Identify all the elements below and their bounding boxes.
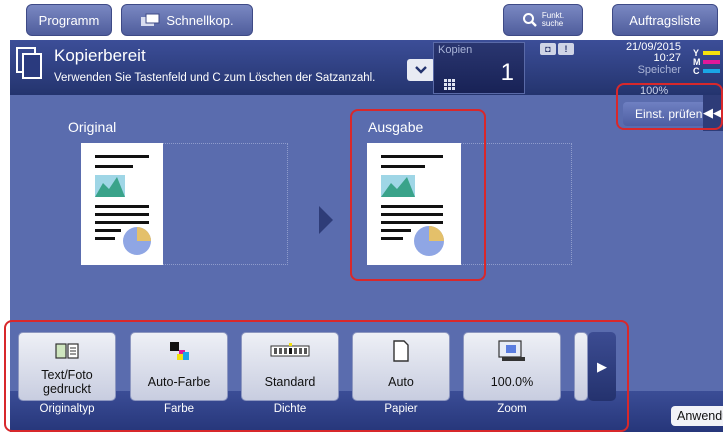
preview-area: 100% Einst. prüfen ◀◀ Original Ausgabe [10, 83, 723, 317]
warning-status-icon: ! [558, 43, 574, 55]
original-frame [160, 143, 288, 265]
settings-toolbar: Text/Foto gedruckt Auto-Farbe Standard A… [4, 317, 723, 432]
schnellkopie-label: Schnellkop. [166, 12, 234, 28]
funktionssuche-button[interactable]: Funkt. suche [503, 4, 583, 36]
toner-bar [703, 59, 720, 64]
copy-screen: Programm Schnellkop. Funkt. suche Auftra… [0, 0, 723, 432]
copy-document-icon [16, 47, 42, 79]
status-message: Verwenden Sie Tastenfeld und C zum Lösch… [54, 72, 376, 84]
memory-label: Speicher [637, 64, 681, 76]
arrow-right-icon [319, 206, 333, 234]
search-icon [522, 13, 537, 27]
network-status-icon: ◘ [540, 43, 556, 55]
copies-counter[interactable]: Kopien 1 [433, 42, 525, 94]
date-time: 21/09/2015 10:27 [596, 42, 681, 64]
chevron-down-icon [415, 66, 427, 74]
ausgabe-highlight [350, 109, 486, 281]
message-expand-button[interactable] [407, 59, 435, 81]
toner-row: C [693, 65, 720, 76]
toner-bar [703, 68, 720, 73]
schnellkopie-button[interactable]: Schnellkop. [121, 4, 253, 36]
toolbar-highlight [4, 320, 629, 432]
auftragsliste-label: Auftragsliste [629, 12, 701, 28]
toner-letter: C [693, 65, 700, 76]
quick-copy-icon [141, 13, 160, 26]
toner-levels: YMC [693, 48, 720, 76]
copies-label: Kopien [438, 44, 473, 56]
copies-value: 1 [500, 59, 514, 86]
time: 10:27 [653, 52, 681, 64]
device-status-icons: ◘ ! [540, 43, 574, 55]
anwendung-button[interactable]: Anwendung [671, 406, 723, 426]
original-page-preview [81, 143, 163, 265]
page-title: Kopierbereit [54, 46, 146, 65]
toner-bar [703, 50, 720, 55]
programm-label: Programm [38, 12, 100, 28]
original-label: Original [68, 119, 117, 135]
auftragsliste-button[interactable]: Auftragsliste [612, 4, 718, 36]
keypad-icon [444, 79, 455, 90]
document-thumbnail-icon [95, 155, 151, 255]
einst-highlight [616, 83, 723, 130]
programm-button[interactable]: Programm [26, 4, 112, 36]
funktionssuche-label: Funkt. suche [541, 11, 565, 28]
